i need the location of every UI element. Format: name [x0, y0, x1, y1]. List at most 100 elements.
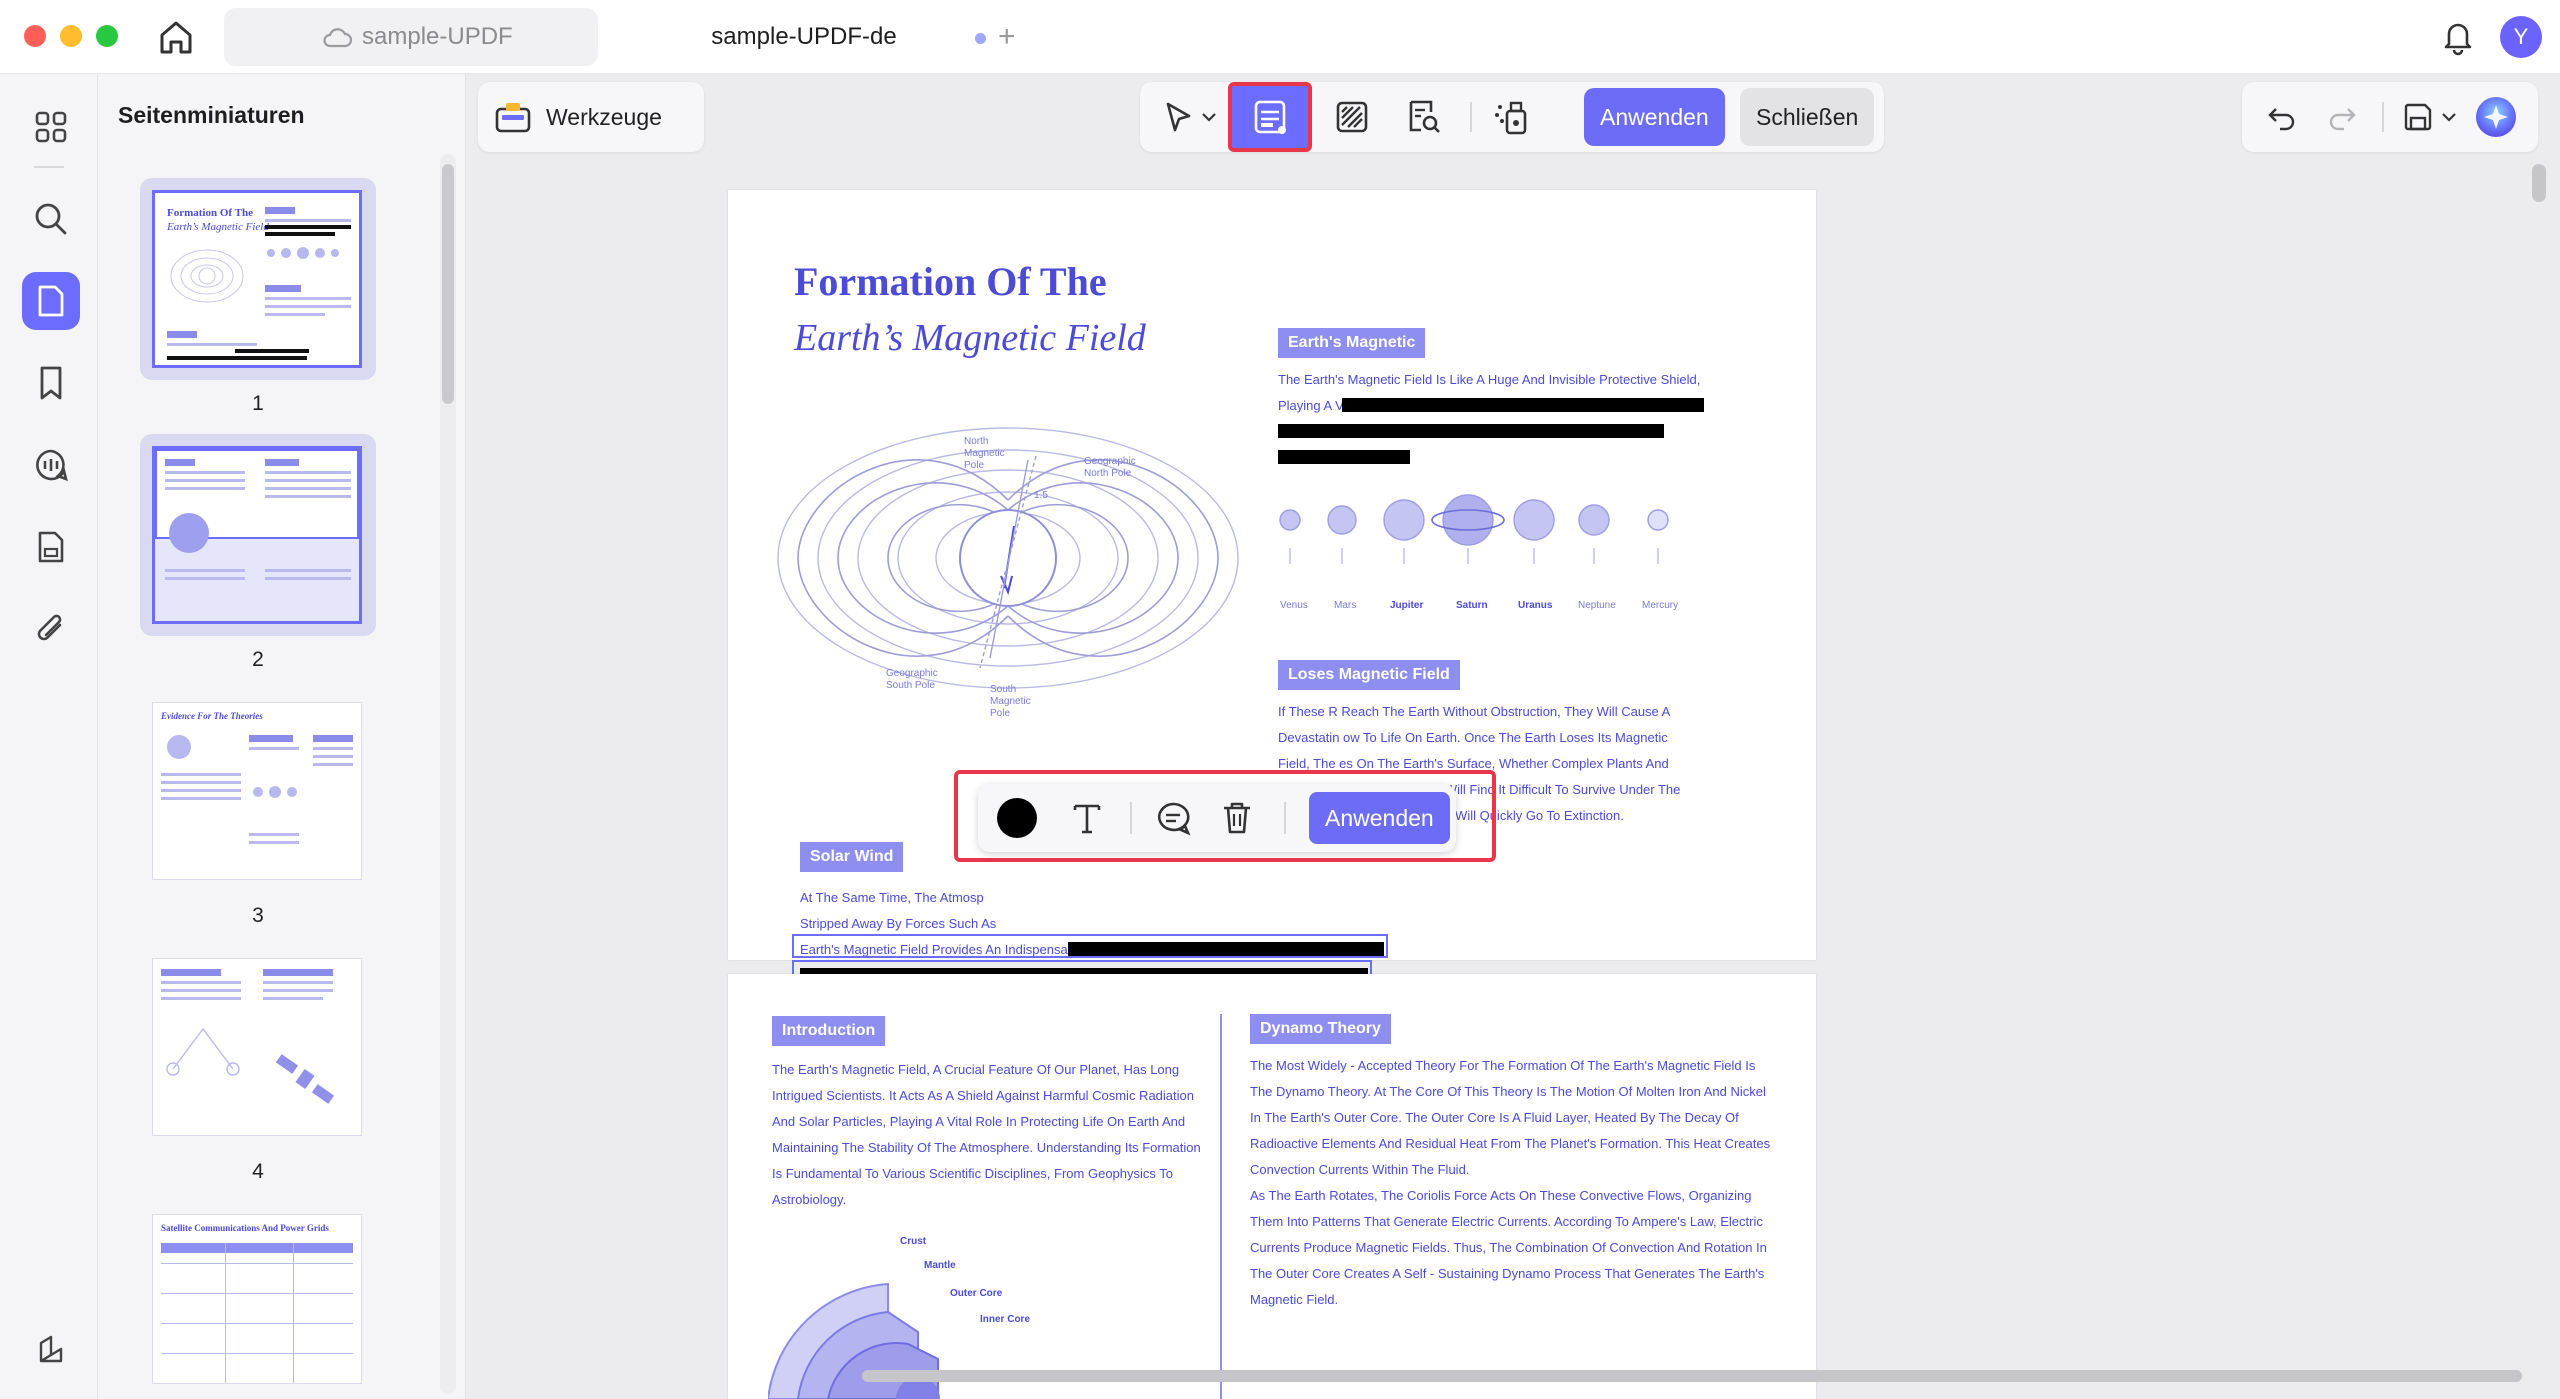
mini-line: [165, 479, 245, 482]
bookmark-icon[interactable]: [22, 354, 80, 412]
page-thumbnails-icon[interactable]: [22, 272, 80, 330]
thumbnail-image: [152, 446, 362, 624]
body-line: Astrobiology.: [772, 1192, 847, 1207]
zoom-window-button[interactable]: [96, 25, 118, 47]
thumbnail-page-number: 2: [252, 648, 264, 671]
toolbar-divider: [1284, 802, 1286, 834]
mini-title: Formation Of The: [167, 207, 253, 219]
fill-color-icon[interactable]: [992, 794, 1042, 842]
title-bar: sample-UPDF sample-UPDF-de + Y: [0, 0, 2560, 74]
tab-label: sample-UPDF-de: [711, 23, 897, 50]
body-line: Currents Produce Magnetic Fields. Thus, …: [1250, 1240, 1767, 1255]
layer-label: Outer Core: [950, 1288, 1003, 1299]
section-tag: Introduction: [772, 1016, 886, 1046]
redaction-mark[interactable]: [1278, 424, 1664, 438]
redaction-selection-outline[interactable]: [792, 934, 1388, 958]
mini-line: [265, 487, 351, 490]
apply-redaction-button[interactable]: Anwenden: [1309, 792, 1450, 844]
mini-line: [167, 343, 257, 346]
mini-planet: [267, 249, 275, 257]
grid-icon[interactable]: [22, 98, 80, 156]
attachment-icon[interactable]: [22, 600, 80, 658]
mini-line: [165, 577, 245, 580]
planets-diagram: [1279, 494, 1669, 564]
mini-line: [313, 747, 353, 750]
body-line: Playing A V: [1278, 398, 1344, 413]
home-icon[interactable]: [154, 16, 198, 58]
avatar[interactable]: Y: [2500, 16, 2542, 58]
document-icon[interactable]: [22, 518, 80, 576]
body-line: If These R Reach The Earth Without Obstr…: [1278, 704, 1671, 719]
planet-label: Mars: [1334, 600, 1357, 611]
rail-divider: [34, 166, 64, 168]
mini-line: [161, 1323, 353, 1324]
mini-line: [265, 569, 351, 572]
thumbnail-page-1[interactable]: Formation Of The Earth’s Magnetic Field …: [140, 178, 376, 415]
mini-planet: [297, 247, 309, 259]
body-line: The Earth's Magnetic Field Is Like A Hug…: [1278, 372, 1701, 387]
redaction-mark[interactable]: [1342, 398, 1704, 412]
mini-line: [293, 1243, 294, 1383]
section-tag: Loses Magnetic Field: [1278, 660, 1460, 690]
thumbnail-page-4[interactable]: 4: [140, 946, 376, 1183]
close-window-button[interactable]: [24, 25, 46, 47]
mini-title: Satellite Communications And Power Grids: [161, 1223, 329, 1233]
mini-redaction: [265, 232, 335, 236]
search-icon[interactable]: [22, 190, 80, 248]
thumbnail-scrollbar[interactable]: [442, 164, 454, 404]
mini-line: [265, 297, 351, 300]
mini-line: [313, 755, 353, 758]
body-line: Is Fundamental To Various Scientific Dis…: [772, 1166, 1174, 1181]
mini-line: [225, 1243, 226, 1383]
body-line: And Solar Particles, Playing A Vital Rol…: [772, 1114, 1186, 1129]
pdf-page-2[interactable]: Introduction The Earth's Magnetic Field,…: [728, 974, 1816, 1399]
mini-line: [313, 763, 353, 766]
mini-redaction: [265, 225, 351, 229]
mini-planet: [253, 787, 263, 797]
mini-table-header: [161, 1243, 353, 1253]
mini-earth-layers: [169, 513, 209, 553]
body-line: Them Into Patterns That Generate Electri…: [1250, 1214, 1763, 1229]
body-line: Magnetic Field.: [1250, 1292, 1339, 1307]
overlay-text-icon[interactable]: [1062, 794, 1112, 842]
tab-sample-updf-de[interactable]: sample-UPDF-de: [612, 8, 996, 66]
document-canvas[interactable]: Werkzeuge Anwenden Schließen Formation O…: [466, 74, 2560, 1399]
mini-line: [263, 989, 333, 992]
tab-sample-updf[interactable]: sample-UPDF: [224, 8, 598, 66]
horizontal-scrollbar[interactable]: [862, 1370, 2522, 1382]
mini-line: [263, 997, 323, 1000]
thumbnail-image: Satellite Communications And Power Grids: [152, 1214, 362, 1384]
planet-label: Venus: [1280, 600, 1308, 611]
mini-line: [265, 479, 351, 482]
add-tab-button[interactable]: +: [998, 20, 1016, 54]
mini-line: [249, 841, 299, 844]
mini-line: [161, 1263, 353, 1264]
minimize-window-button[interactable]: [60, 25, 82, 47]
body-line: Field, The es On The Earth's Surface, Wh…: [1278, 756, 1669, 771]
comment-icon[interactable]: [1148, 794, 1198, 842]
mini-planet: [269, 786, 281, 798]
vertical-scrollbar[interactable]: [2532, 164, 2546, 202]
body-line: Radioactive Elements And Residual Heat F…: [1250, 1136, 1771, 1151]
planet-label: Neptune: [1578, 600, 1616, 611]
mini-line: [263, 981, 333, 984]
mini-title: Evidence For The Theories: [161, 711, 263, 721]
redaction-mark[interactable]: [1278, 450, 1410, 464]
bell-icon[interactable]: [2440, 18, 2476, 61]
mini-field-diagram: [170, 249, 244, 303]
thumbnail-page-2[interactable]: 2: [140, 434, 376, 671]
mini-redaction: [235, 349, 309, 353]
body-line: The Dynamo Theory. At The Core Of This T…: [1250, 1084, 1766, 1099]
column-divider: [1220, 1014, 1222, 1399]
thumbnail-page-3[interactable]: Evidence For The Theories 3: [140, 690, 376, 927]
thumbnail-page-5[interactable]: Satellite Communications And Power Grids: [140, 1202, 376, 1399]
south-magnetic-pole-label: South Magnetic Pole: [990, 684, 1031, 719]
comment-icon[interactable]: [22, 436, 80, 494]
trash-icon[interactable]: [1212, 794, 1262, 842]
layers-icon[interactable]: [22, 1320, 80, 1378]
mini-line: [161, 781, 241, 784]
mini-tag: [161, 969, 221, 976]
document-subtitle: Earth’s Magnetic Field: [794, 317, 1146, 359]
body-line: Stripped Away By Forces Such As: [800, 916, 997, 931]
body-line: Intrigued Scientists. It Acts As A Shiel…: [772, 1088, 1194, 1103]
